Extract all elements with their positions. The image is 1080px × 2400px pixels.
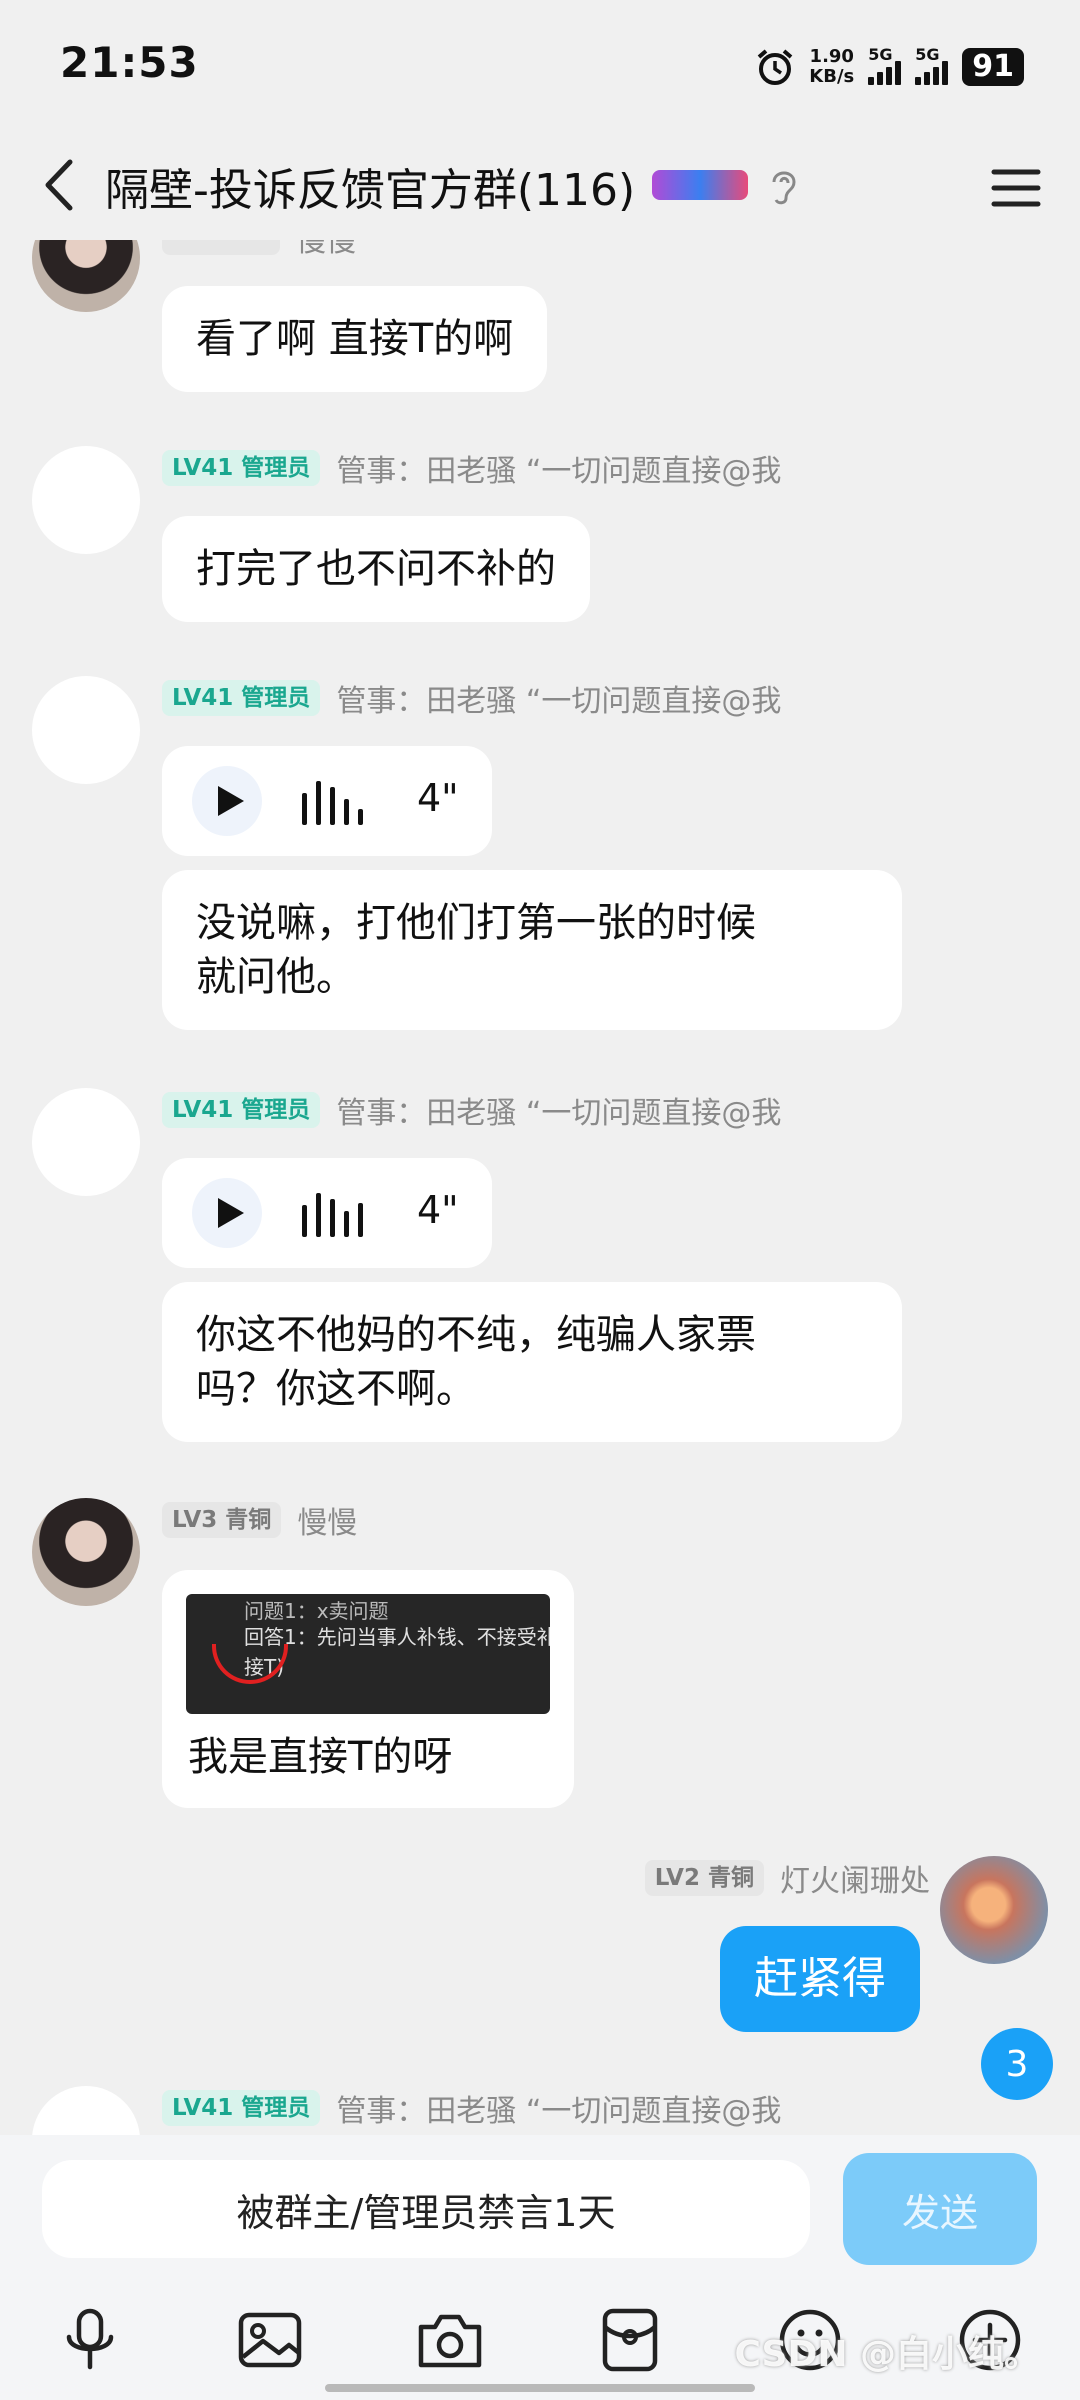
status-icons: 1.90 KB/s 5G 5G 91 <box>755 42 1024 92</box>
message-bubble[interactable]: 赶紧得 <box>720 1926 920 2032</box>
message-meta: LV41 管理员 管事：田老骚 “一切问题直接@我 <box>162 448 782 489</box>
watermark: CSDN @白小纯。 <box>734 2334 1040 2375</box>
sender-name: 灯火阑珊处 <box>780 1864 930 1899</box>
avatar[interactable] <box>32 1088 140 1196</box>
message-text: 我是直接T的呀 <box>188 1734 453 1780</box>
voice-duration: 4" <box>417 776 459 820</box>
send-button[interactable]: 发送 <box>843 2153 1037 2265</box>
voice-message[interactable]: 4" <box>162 746 492 856</box>
red-packet-icon[interactable] <box>595 2305 665 2375</box>
level-badge: LV41 管理员 <box>162 450 321 486</box>
avatar[interactable] <box>940 1856 1048 1964</box>
level-badge: LV3 青铜 <box>162 1502 282 1538</box>
avatar[interactable] <box>32 2086 140 2135</box>
play-icon[interactable] <box>192 766 262 836</box>
muted-input-field: 被群主/管理员禁言1天 <box>42 2160 810 2258</box>
message-meta: LV41 管理员 管事：田老骚 “一切问题直接@我 <box>162 678 782 719</box>
alarm-icon <box>757 49 793 85</box>
ear-mode-icon[interactable] <box>764 164 804 208</box>
microphone-icon[interactable] <box>55 2305 125 2375</box>
sender-name: 慢慢 <box>162 240 356 259</box>
transcript-bubble[interactable]: 没说嘛，打他们打第一张的时候 就问他。 <box>162 870 902 1030</box>
message-meta: LV41 管理员 管事：田老骚 “一切问题直接@我 <box>162 2088 782 2129</box>
home-indicator[interactable] <box>325 2384 755 2392</box>
sender-name: 管事：田老骚 “一切问题直接@我 <box>336 454 782 489</box>
avatar[interactable] <box>32 240 140 312</box>
level-badge: LV41 管理员 <box>162 1092 321 1128</box>
voice-duration: 4" <box>417 1188 459 1232</box>
signal-sim2-icon: 5G <box>915 45 949 85</box>
waveform-icon <box>302 1191 363 1237</box>
message-bubble[interactable]: 打完了也不问不补的 <box>162 516 590 622</box>
message-list[interactable]: 慢慢 看了啊 直接T的啊 LV41 管理员 管事：田老骚 “一切问题直接@我 打… <box>0 240 1080 2135</box>
play-icon[interactable] <box>192 1178 262 1248</box>
network-speed: 1.90 KB/s <box>809 46 855 87</box>
level-badge: LV41 管理员 <box>162 2090 321 2126</box>
unread-count-badge[interactable]: 3 <box>981 2028 1053 2100</box>
group-level-badge <box>652 170 748 200</box>
transcript-bubble[interactable]: 你这不他妈的不纯，纯骗人家票 吗？你这不啊。 <box>162 1282 902 1442</box>
image-icon[interactable] <box>235 2305 305 2375</box>
message-meta: LV3 青铜 慢慢 <box>162 1500 358 1541</box>
sender-name: 管事：田老骚 “一切问题直接@我 <box>336 1096 782 1131</box>
waveform-icon <box>302 779 363 825</box>
chat-title: 隔壁-投诉反馈官方群(116) <box>105 165 636 216</box>
chat-header: 隔壁-投诉反馈官方群(116) <box>0 130 1080 240</box>
sender-name: 管事：田老骚 “一切问题直接@我 <box>336 2094 782 2129</box>
message-bubble[interactable]: 看了啊 直接T的啊 <box>162 286 548 392</box>
signal-sim1-icon: 5G <box>868 45 902 85</box>
menu-icon[interactable] <box>986 158 1046 218</box>
message-meta: LV2 青铜 灯火阑珊处 <box>644 1858 930 1899</box>
image-message-bubble[interactable]: 问题1：x卖问题 回答1：先问当事人补钱、不接受补 接T) 我是直接T的呀 <box>162 1570 574 1808</box>
message-meta: LV41 管理员 管事：田老骚 “一切问题直接@我 <box>162 1090 782 1131</box>
avatar[interactable] <box>32 1498 140 1606</box>
sender-name: 管事：田老骚 “一切问题直接@我 <box>336 684 782 719</box>
camera-icon[interactable] <box>415 2305 485 2375</box>
avatar[interactable] <box>32 676 140 784</box>
level-badge: LV2 青铜 <box>644 1860 764 1896</box>
back-arrow-icon[interactable] <box>30 150 90 220</box>
avatar[interactable] <box>32 446 140 554</box>
voice-message[interactable]: 4" <box>162 1158 492 1268</box>
status-bar: 21:53 1.90 KB/s 5G 5G 91 <box>0 0 1080 130</box>
image-thumbnail[interactable]: 问题1：x卖问题 回答1：先问当事人补钱、不接受补 接T) <box>186 1594 550 1714</box>
level-badge: LV41 管理员 <box>162 680 321 716</box>
battery-indicator: 91 <box>962 48 1024 86</box>
sender-name: 慢慢 <box>297 1506 358 1541</box>
status-time: 21:53 <box>60 38 199 87</box>
